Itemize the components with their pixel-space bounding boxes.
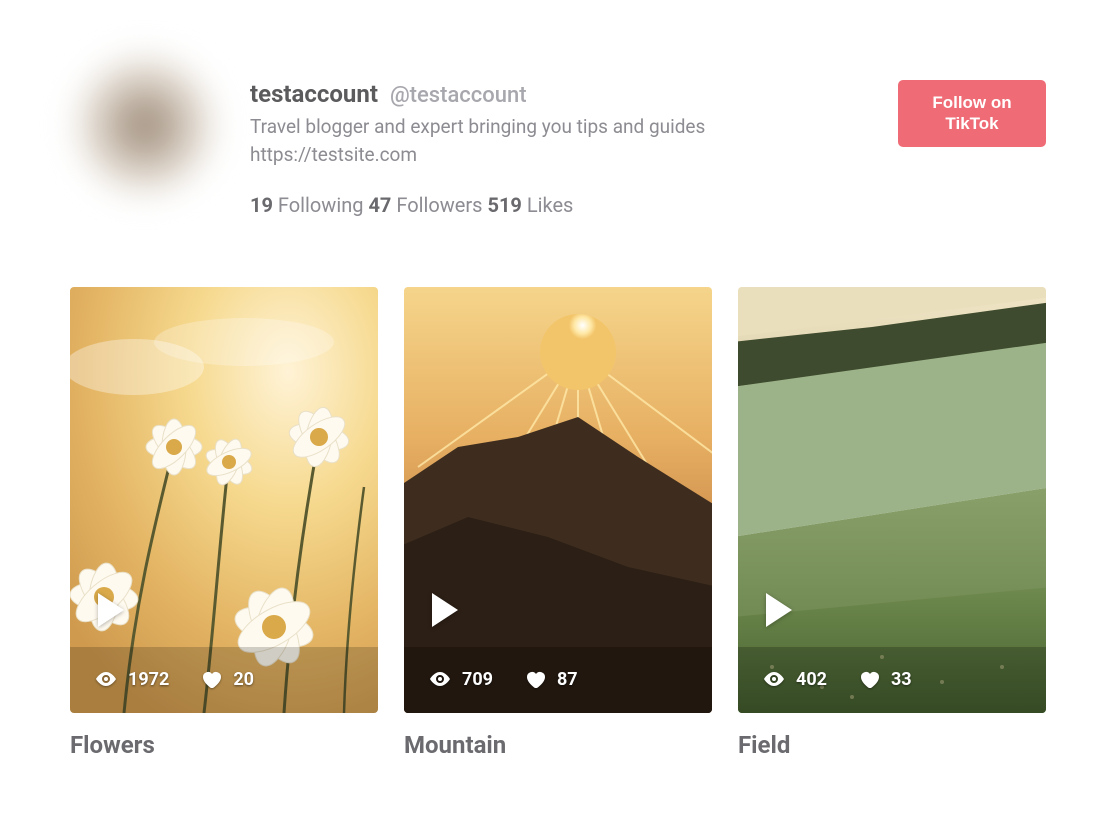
eye-icon <box>428 667 452 691</box>
follow-button-line1: Follow on <box>932 93 1011 112</box>
views-count: 709 <box>462 669 493 690</box>
likes-count: 87 <box>557 669 578 690</box>
profile-header: testaccount @testaccount Travel blogger … <box>70 0 1046 257</box>
eye-icon <box>94 667 118 691</box>
metrics-row: 1972 20 <box>94 667 354 691</box>
post-title[interactable]: Mountain <box>404 731 712 759</box>
views-metric: 402 <box>762 667 827 691</box>
avatar[interactable] <box>70 50 220 200</box>
stats-row: 19 Following 47 Followers 519 Likes <box>250 193 1046 217</box>
play-icon <box>432 593 458 627</box>
likes-count: 519 <box>487 193 521 217</box>
metrics-row: 709 87 <box>428 667 688 691</box>
views-count: 402 <box>796 669 827 690</box>
likes-count: 33 <box>891 669 912 690</box>
likes-metric: 87 <box>523 667 578 691</box>
thumbnail-overlay: 709 87 <box>404 593 712 713</box>
views-metric: 1972 <box>94 667 169 691</box>
likes-metric: 33 <box>857 667 912 691</box>
likes-metric: 20 <box>199 667 254 691</box>
heart-icon <box>857 667 881 691</box>
following-count: 19 <box>250 193 273 217</box>
posts-feed: 1972 20 Flowers <box>70 257 1046 759</box>
play-icon <box>766 593 792 627</box>
play-icon <box>98 593 124 627</box>
post-card: 709 87 Mountain <box>404 287 712 759</box>
post-title[interactable]: Flowers <box>70 731 378 759</box>
follow-button-line2: TikTok <box>945 114 998 133</box>
post-thumbnail[interactable]: 1972 20 <box>70 287 378 713</box>
heart-icon <box>523 667 547 691</box>
thumbnail-overlay: 402 33 <box>738 593 1046 713</box>
post-card: 1972 20 Flowers <box>70 287 378 759</box>
thumbnail-overlay: 1972 20 <box>70 593 378 713</box>
followers-label[interactable]: Followers <box>396 193 482 217</box>
post-thumbnail[interactable]: 709 87 <box>404 287 712 713</box>
follow-button[interactable]: Follow on TikTok <box>898 80 1046 147</box>
post-title[interactable]: Field <box>738 731 1046 759</box>
handle: @testaccount <box>390 83 527 108</box>
post-card: 402 33 Field <box>738 287 1046 759</box>
metrics-row: 402 33 <box>762 667 1022 691</box>
likes-label[interactable]: Likes <box>527 193 574 217</box>
views-count: 1972 <box>128 669 169 690</box>
post-thumbnail[interactable]: 402 33 <box>738 287 1046 713</box>
display-name: testaccount <box>250 80 378 108</box>
followers-count: 47 <box>368 193 391 217</box>
views-metric: 709 <box>428 667 493 691</box>
eye-icon <box>762 667 786 691</box>
following-label[interactable]: Following <box>278 193 364 217</box>
likes-count: 20 <box>233 669 254 690</box>
heart-icon <box>199 667 223 691</box>
